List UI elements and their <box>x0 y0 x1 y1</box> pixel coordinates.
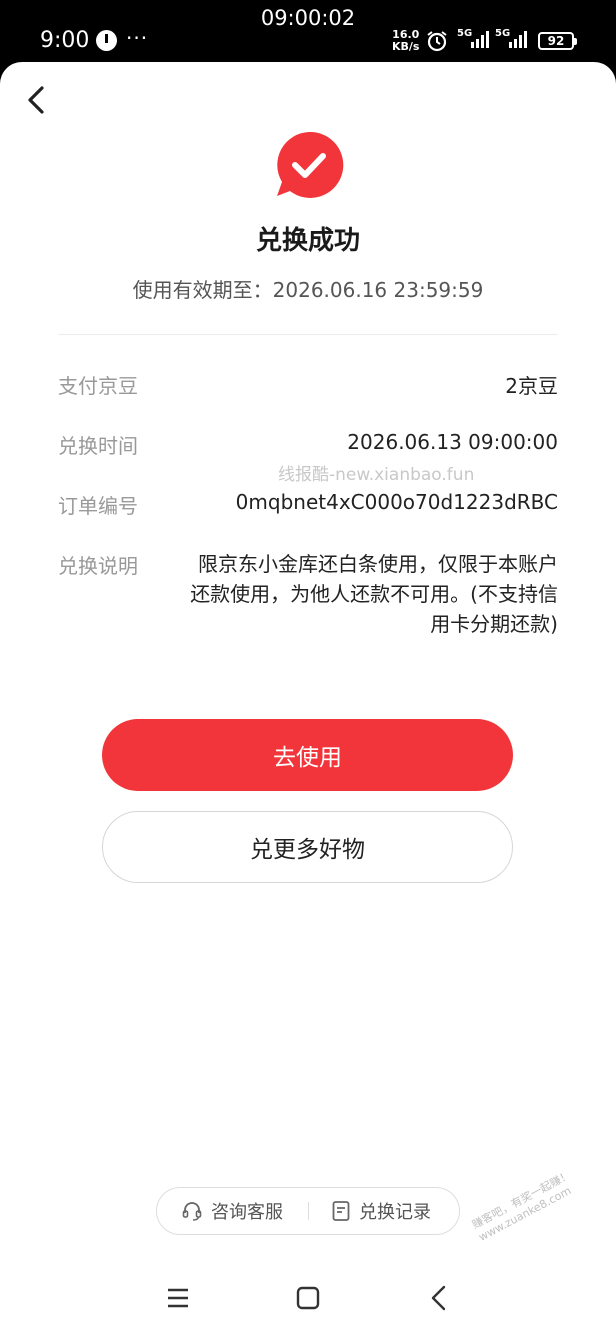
page-title: 兑换成功 <box>255 226 360 256</box>
back-button[interactable] <box>20 82 50 118</box>
exchange-result-sheet: 兑换成功 使用有效期至：2026.06.16 23:59:59 支付京豆 2京豆… <box>0 62 616 1334</box>
chevron-left-icon <box>28 86 44 114</box>
detail-value: 限京东小金库还白条使用，仅限于本账户还款使用，为他人还款不可用。(不支持信用卡分… <box>190 552 558 636</box>
menu-icon <box>168 1288 188 1308</box>
detail-label: 订单编号 <box>58 494 138 518</box>
network-speed-unit: KB/s <box>392 40 420 53</box>
signal-icon-1: 5G <box>457 28 491 54</box>
headset-icon <box>182 1202 202 1221</box>
exchange-more-button[interactable]: 兑更多好物 <box>102 811 513 883</box>
detail-label: 支付京豆 <box>58 374 138 398</box>
watermark: 线报酷-new.xianbao.fun <box>278 465 475 485</box>
status-center-clock: 09:00:02 <box>260 6 356 30</box>
network-speed: 16.0 KB/s <box>392 29 419 53</box>
status-bar: 9:00 ··· 09:00:02 16.0 KB/s 5G 5G 92 <box>0 0 616 62</box>
battery-icon: 92 <box>538 32 577 50</box>
signal-1-label: 5G <box>457 28 473 39</box>
exchange-records-link[interactable]: 兑换记录 <box>331 1188 431 1234</box>
detail-value: 2京豆 <box>505 374 558 398</box>
exchange-records-label: 兑换记录 <box>359 1202 431 1223</box>
divider <box>58 334 558 335</box>
status-time: 9:00 <box>40 28 90 53</box>
home-square-icon <box>296 1286 320 1310</box>
notification-icon <box>96 30 117 51</box>
system-nav-bar <box>0 1272 616 1334</box>
detail-value: 0mqbnet4xC000o70d1223dRBC <box>235 490 558 514</box>
link-separator <box>308 1202 309 1220</box>
bottom-links: 咨询客服 兑换记录 <box>156 1187 460 1235</box>
detail-label: 兑换说明 <box>58 554 138 578</box>
nav-back-button[interactable] <box>428 1284 450 1316</box>
use-now-button[interactable]: 去使用 <box>102 719 513 791</box>
customer-service-label: 咨询客服 <box>211 1202 283 1223</box>
detail-value: 2026.06.13 09:00:00 <box>347 430 558 454</box>
alarm-icon <box>426 30 448 56</box>
customer-service-link[interactable]: 咨询客服 <box>181 1188 283 1234</box>
check-chat-bubble-icon <box>274 130 344 200</box>
signal-2-label: 5G <box>495 28 511 39</box>
document-list-icon <box>332 1201 350 1221</box>
back-arrow-icon <box>431 1285 446 1311</box>
nav-menu-button[interactable] <box>166 1286 190 1314</box>
validity-text: 使用有效期至：2026.06.16 23:59:59 <box>132 278 484 302</box>
signal-icon-2: 5G <box>495 28 529 54</box>
detail-label: 兑换时间 <box>58 434 138 458</box>
nav-home-button[interactable] <box>296 1286 320 1314</box>
